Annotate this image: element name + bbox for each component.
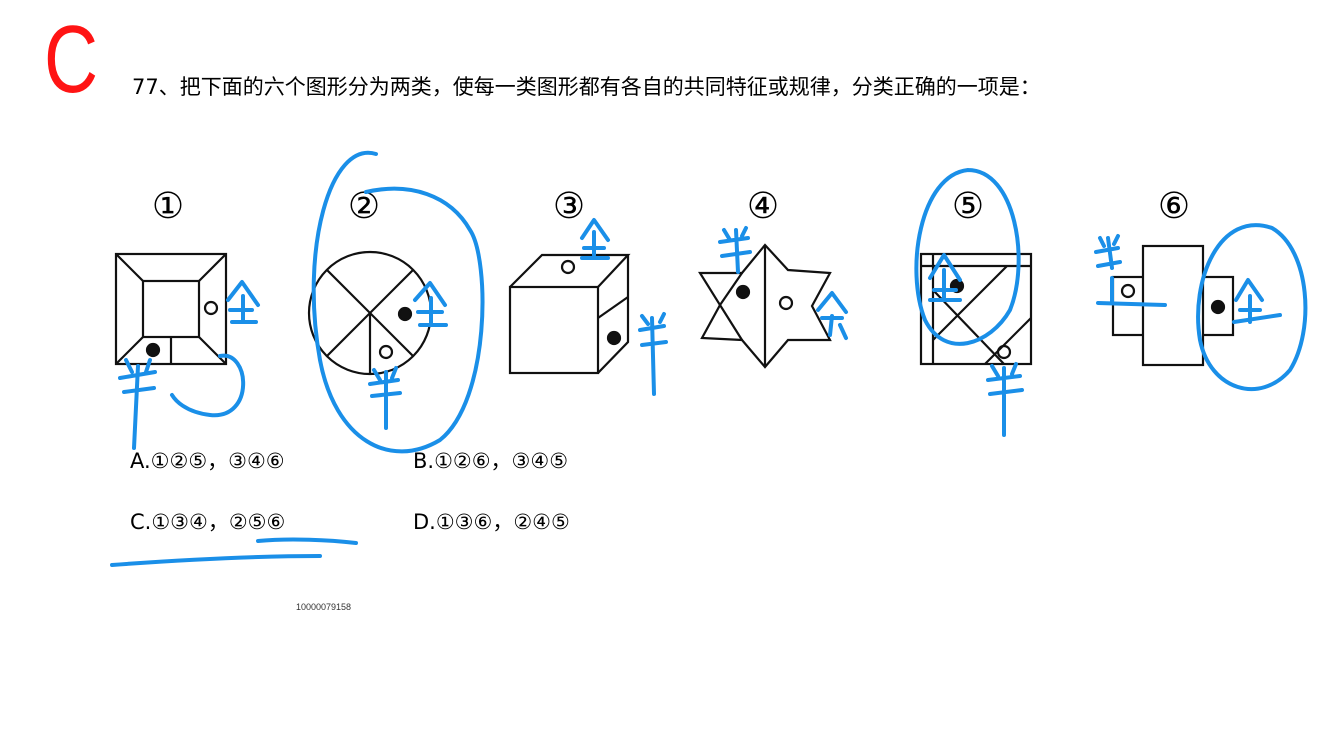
figure-4	[698, 243, 832, 369]
figures-drawing	[110, 150, 1308, 567]
figure-3	[508, 253, 631, 375]
option-c[interactable]: C.①③④，②⑤⑥	[130, 507, 285, 537]
option-b[interactable]: B.①②⑥，③④⑤	[413, 446, 568, 476]
figure-2	[307, 250, 433, 376]
question-id: 10000079158	[296, 602, 352, 612]
figure-5	[919, 252, 1033, 366]
handwritten-annotations	[110, 150, 1308, 567]
figure-1	[114, 252, 228, 366]
option-d[interactable]: D.①③⑥，②④⑤	[413, 507, 570, 537]
option-a[interactable]: A.①②⑤，③④⑥	[130, 446, 285, 476]
